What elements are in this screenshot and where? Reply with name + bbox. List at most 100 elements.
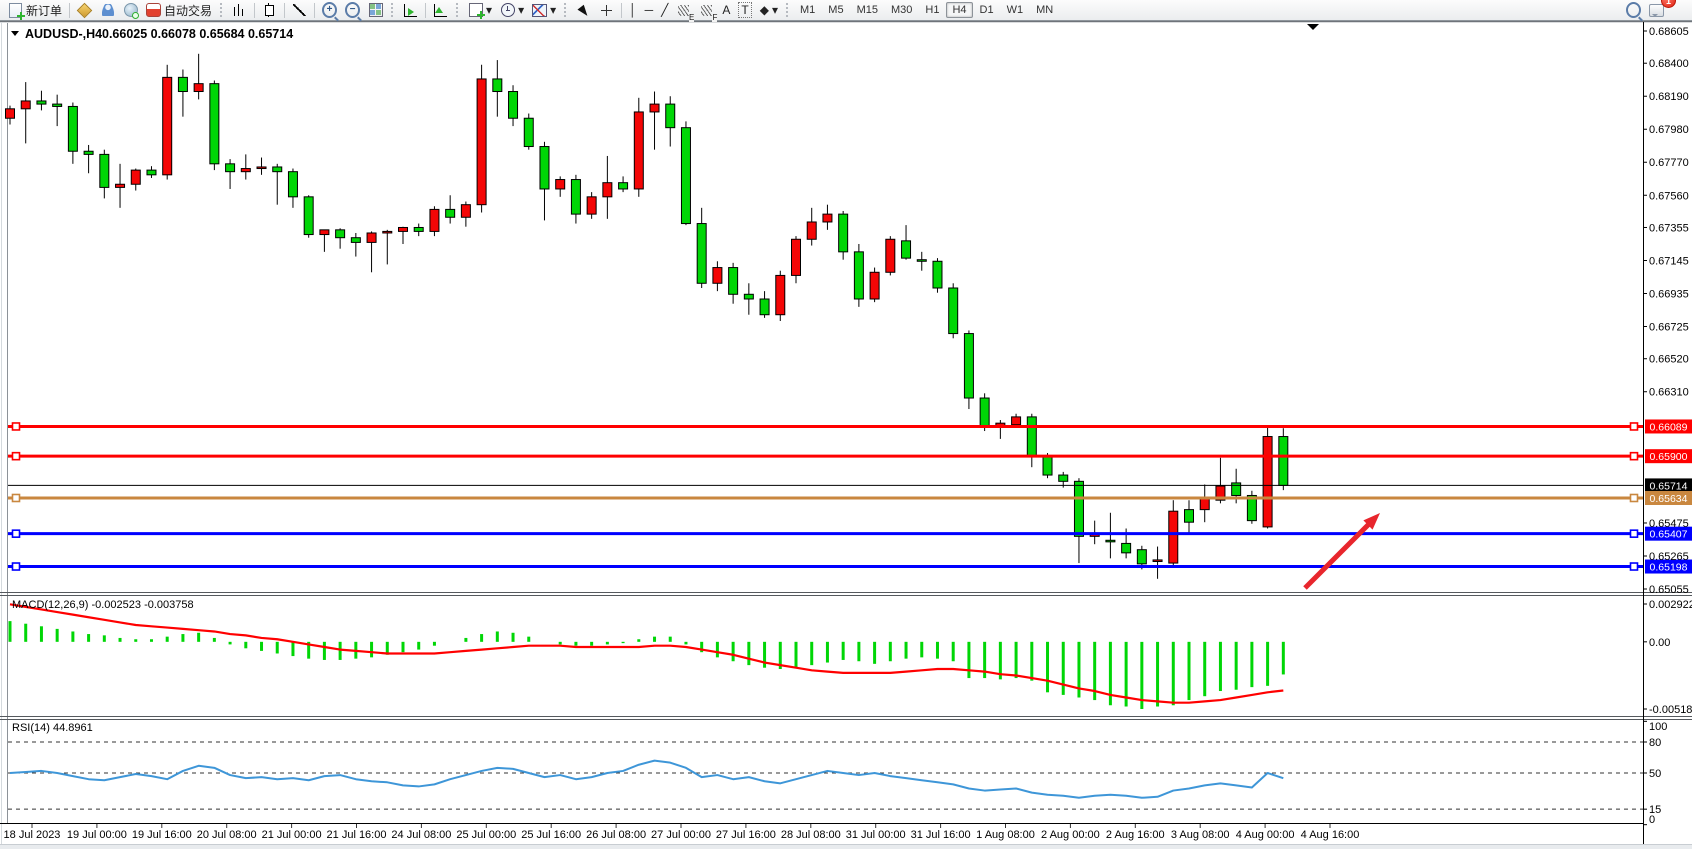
signals-button[interactable]: [96, 1, 119, 19]
text-label-icon: T: [738, 2, 751, 18]
auto-trading-icon: [146, 3, 161, 17]
time-label: 19 Jul 00:00: [67, 829, 127, 841]
hline-handle[interactable]: [1631, 494, 1638, 501]
timeframe-m15[interactable]: M15: [851, 2, 884, 18]
news-button[interactable]: [119, 1, 142, 19]
timeframe-w1[interactable]: W1: [1001, 2, 1030, 18]
shapes-icon: ◆: [760, 3, 769, 17]
time-label: 25 Jul 16:00: [521, 829, 581, 841]
auto-trading-label: 自动交易: [164, 2, 212, 19]
candle: [116, 184, 125, 187]
candle: [461, 205, 470, 218]
new-order-label: 新订单: [26, 2, 62, 19]
auto-scroll-button[interactable]: [399, 1, 422, 19]
candle: [21, 101, 30, 109]
candle: [1263, 437, 1272, 527]
new-order-button[interactable]: 新订单: [4, 1, 66, 19]
price-tick-label: 0.67770: [1649, 157, 1689, 169]
cursor-button[interactable]: [572, 1, 595, 19]
line-chart-button[interactable]: [288, 1, 311, 19]
time-label: 31 Jul 16:00: [911, 829, 971, 841]
candle: [53, 104, 62, 106]
vline-tool-button[interactable]: │: [625, 1, 641, 19]
periods-button[interactable]: ▾: [496, 1, 528, 19]
chat-icon: [1649, 4, 1664, 17]
zoom-in-button[interactable]: +: [318, 1, 341, 19]
shapes-tool-button[interactable]: ◆▾: [756, 1, 782, 19]
candle: [430, 209, 439, 231]
hline-handle[interactable]: [13, 453, 20, 460]
trendline-tool-button[interactable]: ╱: [657, 1, 672, 19]
crosshair-icon: [600, 4, 613, 17]
candle: [383, 231, 392, 233]
candle: [964, 334, 973, 398]
horizontal-line-icon: ─: [645, 3, 654, 17]
notifications-button[interactable]: 1: [1645, 1, 1668, 19]
hline-handle[interactable]: [13, 530, 20, 537]
templates-button[interactable]: ▾: [528, 1, 560, 19]
broadcast-icon: [124, 3, 138, 17]
window-bottom-strip: [0, 845, 1692, 849]
hline-handle[interactable]: [13, 423, 20, 430]
candle: [619, 183, 628, 189]
zoom-out-button[interactable]: −: [341, 1, 364, 19]
text-tool-button[interactable]: A: [718, 1, 734, 19]
timeframe-m1[interactable]: M1: [794, 2, 821, 18]
candle-chart-button[interactable]: [258, 1, 281, 19]
chart-shift-button[interactable]: [429, 1, 452, 19]
time-label: 25 Jul 00:00: [456, 829, 516, 841]
channel-tool-button[interactable]: E: [672, 1, 695, 19]
candle: [713, 268, 722, 284]
timeframe-m30[interactable]: M30: [885, 2, 918, 18]
price-tick-label: 0.67355: [1649, 222, 1689, 234]
label-tool-button[interactable]: T: [734, 1, 755, 19]
hline-handle[interactable]: [13, 563, 20, 570]
macd-tick-label: 0.00: [1649, 637, 1670, 649]
candle: [744, 294, 753, 299]
candle: [1012, 417, 1021, 425]
hline-handle[interactable]: [1631, 530, 1638, 537]
chart-shift-icon: [434, 4, 447, 17]
tile-windows-button[interactable]: [364, 1, 387, 19]
indicators-icon: [469, 3, 483, 17]
search-button[interactable]: [1622, 1, 1645, 19]
indicators-button[interactable]: ▾: [464, 1, 496, 19]
time-label: 21 Jul 00:00: [262, 829, 322, 841]
timeframe-m5[interactable]: M5: [822, 2, 849, 18]
candle: [257, 167, 266, 169]
candle: [226, 164, 235, 172]
price-tag-label: 0.66089: [1650, 421, 1688, 433]
hline-handle[interactable]: [1631, 423, 1638, 430]
auto-trading-button[interactable]: 自动交易: [142, 1, 216, 19]
candle: [980, 398, 989, 426]
time-label: 4 Aug 16:00: [1301, 829, 1360, 841]
hline-handle[interactable]: [1631, 563, 1638, 570]
timeframe-h1[interactable]: H1: [919, 2, 945, 18]
price-tick-label: 0.66725: [1649, 322, 1689, 334]
chart-svg[interactable]: 0.660890.659000.657140.656340.654070.651…: [0, 0, 1692, 849]
fibonacci-tool-button[interactable]: F: [695, 1, 718, 19]
price-tick-label: 0.68605: [1649, 26, 1689, 38]
template-icon: [532, 4, 547, 17]
time-label: 27 Jul 16:00: [716, 829, 776, 841]
hline-handle[interactable]: [13, 494, 20, 501]
time-label: 3 Aug 08:00: [1171, 829, 1230, 841]
chart-ohlc-values: 0.66025 0.66078 0.65684 0.65714: [102, 27, 293, 41]
candle: [1137, 550, 1146, 564]
candle: [902, 241, 911, 258]
crosshair-button[interactable]: [595, 1, 618, 19]
bar-chart-button[interactable]: [228, 1, 251, 19]
price-tick-label: 0.66520: [1649, 354, 1689, 366]
timeframe-h4[interactable]: H4: [946, 2, 972, 18]
profile-button[interactable]: [73, 1, 96, 19]
timeframe-d1[interactable]: D1: [974, 2, 1000, 18]
timeframe-mn[interactable]: MN: [1030, 2, 1059, 18]
hline-tool-button[interactable]: ─: [641, 1, 658, 19]
candle: [351, 238, 360, 243]
hline-handle[interactable]: [1631, 453, 1638, 460]
candle: [792, 239, 801, 275]
candle: [603, 183, 612, 197]
candle: [666, 104, 675, 128]
zoom-in-icon: +: [322, 2, 337, 18]
cursor-icon: [577, 4, 590, 18]
